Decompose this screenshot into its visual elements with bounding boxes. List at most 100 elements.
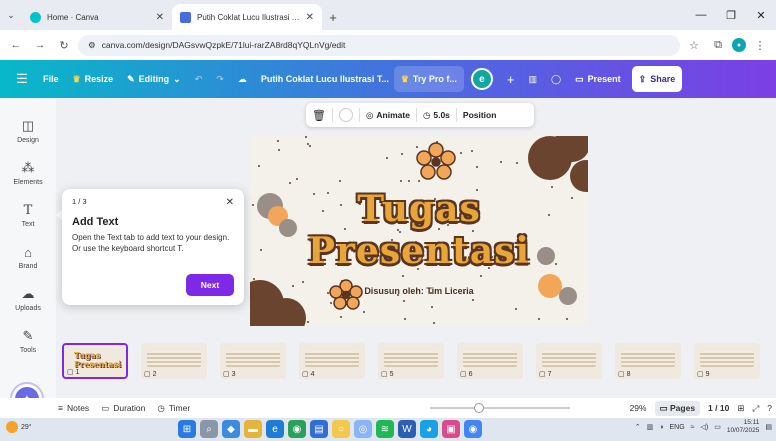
page-thumbnail-8[interactable]: ▢ 8 [615, 343, 681, 379]
sidebar-item-design[interactable]: ◫ Design [0, 118, 56, 144]
duration-toggle[interactable]: ▭ Duration [95, 403, 151, 414]
position-button[interactable]: Position [463, 110, 497, 120]
browser-tab-design[interactable]: Putih Coklat Lucu Ilustrasi Tugas ✕ [172, 4, 322, 30]
add-collaborator-icon[interactable]: + [500, 66, 522, 92]
undo-button[interactable]: ↶ [188, 66, 210, 92]
notes-button[interactable]: ≡ Notes [52, 403, 95, 413]
volume-icon[interactable]: ◁) [700, 423, 708, 431]
site-info-icon[interactable]: ⚙ [88, 40, 96, 51]
close-tab-icon[interactable]: ✕ [306, 12, 314, 23]
new-tab-button[interactable]: + [322, 4, 344, 30]
slide-title-line-1[interactable]: Tugas [250, 188, 588, 230]
chrome-icon[interactable]: ◉ [288, 420, 306, 438]
close-icon[interactable]: ✕ [226, 197, 234, 208]
zoom-slider-handle[interactable] [474, 403, 484, 413]
app-icon[interactable]: ◕ [420, 420, 438, 438]
tray-app-icon[interactable]: ▥ [647, 423, 654, 431]
page-thumbnail-9[interactable]: ▢ 9 [694, 343, 760, 379]
page-thumbnail-4[interactable]: ▢ 4 [299, 343, 365, 379]
slide-subtitle[interactable]: Disusun oleh: Tim Liceria [250, 286, 588, 296]
slide-title-line-2[interactable]: Presentasi [250, 230, 588, 272]
pages-button[interactable]: ▭ Pages [654, 400, 701, 416]
sidebar-item-uploads[interactable]: ☁ Uploads [0, 286, 56, 312]
url-field[interactable]: ⚙ canva.com/design/DAGsvwQzpkE/71lui-rar… [78, 34, 680, 56]
color-swatch[interactable] [338, 108, 353, 122]
maximize-icon[interactable]: ❐ [716, 0, 746, 30]
chrome-profile-icon[interactable]: ◉ [464, 420, 482, 438]
try-pro-button[interactable]: ♛ Try Pro f... [393, 66, 464, 92]
tab-search-chevron-icon[interactable]: ⌄ [0, 0, 22, 30]
browser-tab-home[interactable]: Home · Canva ✕ [22, 4, 172, 30]
sidebar-item-elements[interactable]: ⁂ Elements [0, 160, 56, 186]
tray-chevron-icon[interactable]: ⌃ [635, 423, 641, 431]
widgets-icon[interactable]: ◆ [222, 420, 240, 438]
file-menu[interactable]: File [36, 66, 66, 92]
system-clock[interactable]: 15:11 10/07/2025 [727, 419, 760, 435]
close-tab-icon[interactable]: ✕ [156, 12, 164, 23]
resize-button[interactable]: ♛ Resize [66, 66, 121, 92]
file-explorer-icon[interactable]: ▬ [244, 420, 262, 438]
app-icon[interactable]: ◎ [354, 420, 372, 438]
windows-start-icon[interactable]: ⊞ [178, 420, 196, 438]
insights-chart-icon[interactable]: ▥ [522, 66, 545, 92]
spotify-icon[interactable]: ≋ [376, 420, 394, 438]
slide-canvas[interactable]: Tugas Presentasi Disusun oleh: Tim Licer… [250, 136, 588, 326]
delete-icon[interactable]: 🗑 [312, 109, 326, 122]
comment-icon[interactable]: ◯ [544, 66, 568, 92]
battery-icon[interactable]: ▭ [714, 423, 721, 431]
page-thumbnail-5[interactable]: ▢ 5 [378, 343, 444, 379]
collaborator-avatar[interactable]: e [464, 66, 500, 92]
word-icon[interactable]: W [398, 420, 416, 438]
document-title[interactable]: Putih Coklat Lucu Ilustrasi T... [254, 66, 394, 92]
present-icon: ▭ [575, 73, 584, 84]
page-number: 9 [705, 370, 710, 378]
thumbnail-number: ▢ 4 [302, 370, 315, 379]
extensions-icon[interactable]: ⧉ [708, 35, 728, 55]
forward-arrow-icon[interactable]: → [30, 35, 50, 55]
back-arrow-icon[interactable]: ← [6, 35, 26, 55]
app-icon[interactable]: ○ [332, 420, 350, 438]
page-thumbnail-3[interactable]: ▢ 3 [220, 343, 286, 379]
search-icon[interactable]: ⌕ [200, 420, 218, 438]
reload-icon[interactable]: ↻ [54, 35, 74, 55]
present-button[interactable]: ▭ Present [568, 66, 628, 92]
page-thumbnail-7[interactable]: ▢ 7 [536, 343, 602, 379]
timer-button[interactable]: ◷ Timer [151, 403, 196, 414]
page-thumbnail-1[interactable]: Tugas Presentasi ▢ 1 [62, 343, 128, 379]
close-window-icon[interactable]: ✕ [746, 0, 776, 30]
bookmark-star-icon[interactable]: ☆ [684, 35, 704, 55]
temperature: 29° [21, 423, 32, 431]
language-indicator[interactable]: ENG [669, 424, 684, 431]
zoom-level[interactable]: 29% [630, 403, 647, 413]
store-icon[interactable]: ▤ [310, 420, 328, 438]
edge-browser-icon[interactable]: e [266, 420, 284, 438]
share-button[interactable]: ⇪ Share [631, 66, 683, 92]
duration-button[interactable]: ◷ 5.0s [423, 110, 450, 121]
zoom-slider[interactable] [430, 403, 570, 413]
wifi-icon[interactable]: ≈ [691, 424, 695, 431]
tray-app-icon[interactable]: ◑ [659, 424, 663, 431]
thumbnail-preview [305, 351, 359, 367]
sidebar-item-brand[interactable]: ⌂ Brand [0, 244, 56, 271]
app-icon[interactable]: ▣ [442, 420, 460, 438]
minimize-icon[interactable]: — [686, 0, 716, 30]
page-number: 4 [310, 370, 315, 378]
editing-mode-button[interactable]: ✎ Editing ⌄ [120, 66, 188, 92]
sidebar-item-text[interactable]: T Text [0, 202, 56, 229]
redo-button[interactable]: ↷ [209, 66, 231, 92]
fullscreen-icon[interactable]: ⤢ [752, 403, 759, 414]
profile-avatar[interactable]: ● [732, 38, 746, 52]
page-thumbnail-6[interactable]: ▢ 6 [457, 343, 523, 379]
next-button[interactable]: Next [186, 274, 234, 296]
main-menu-icon[interactable]: ☰ [8, 66, 36, 92]
help-icon[interactable]: ? [767, 403, 772, 413]
notification-icon[interactable]: ▤ [765, 423, 772, 431]
animate-button[interactable]: ◎ Animate [366, 110, 410, 121]
weather-widget[interactable]: 29° [6, 421, 32, 433]
sidebar-item-tools[interactable]: ✎ Tools [0, 328, 56, 354]
duration-label: 5.0s [433, 110, 450, 120]
cloud-saved-icon[interactable]: ☁ [231, 66, 254, 92]
browser-menu-icon[interactable]: ⋮ [750, 35, 770, 55]
grid-view-icon[interactable]: ⊞ [737, 403, 744, 414]
page-thumbnail-2[interactable]: ▢ 2 [141, 343, 207, 379]
